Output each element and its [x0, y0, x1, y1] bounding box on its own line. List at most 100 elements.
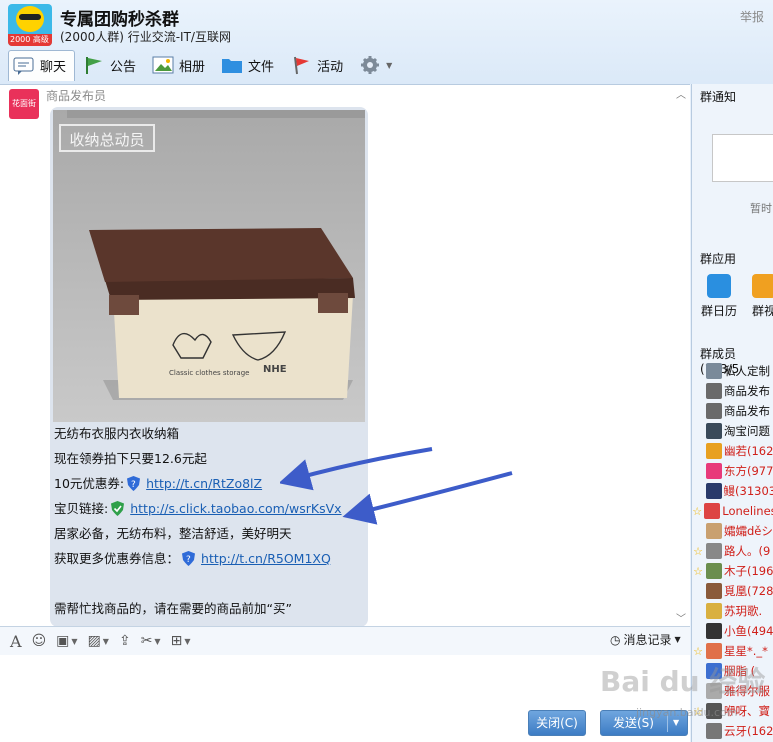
member-item[interactable]: 商品发布: [692, 401, 773, 421]
member-avatar: [705, 483, 722, 499]
shake-button[interactable]: ▣ ▼: [56, 633, 77, 649]
message-input[interactable]: [0, 655, 690, 742]
chat-history[interactable]: 花面街 商品发布员 Classic clothes storage NHE 收纳…: [0, 84, 690, 627]
notice-title: 群通知: [700, 90, 737, 104]
member-name: 商品发布: [724, 404, 770, 418]
notice-empty-text: 暂时: [750, 202, 772, 215]
tab-label: 相册: [179, 59, 206, 75]
member-item[interactable]: 幽若(162: [692, 441, 773, 461]
message-history-button[interactable]: ◷ 消息记录 ▼: [610, 631, 681, 648]
more-tools-button[interactable]: ⊞ ▼: [171, 633, 191, 649]
tab-label: 活动: [317, 59, 344, 75]
close-button[interactable]: 关闭(C): [528, 710, 586, 736]
chevron-down-icon: ▼: [386, 60, 393, 70]
tab-files[interactable]: 文件: [217, 51, 282, 79]
member-item[interactable]: 云牙(162: [692, 721, 773, 741]
member-item[interactable]: 孀孀děシ: [692, 521, 773, 541]
group-avatar[interactable]: 2000 高级: [8, 4, 52, 46]
more-coupons-link[interactable]: http://t.cn/R5OM1XQ: [201, 546, 331, 571]
gift-icon: ⊞: [170, 633, 183, 649]
gear-icon: [359, 55, 381, 75]
member-item[interactable]: ☆ 星星*._*: [692, 641, 773, 661]
member-item[interactable]: 商品发布: [692, 381, 773, 401]
shield-icon: ?: [127, 476, 141, 491]
member-avatar: [706, 383, 722, 399]
scroll-down-arrow[interactable]: ﹀: [676, 610, 686, 625]
member-item[interactable]: ☆ Loneliness: [692, 501, 773, 521]
calendar-icon: [707, 274, 731, 298]
font-button[interactable]: A: [10, 632, 22, 651]
member-avatar: [706, 523, 722, 539]
album-icon: [152, 55, 174, 75]
svg-text:NHE: NHE: [263, 364, 287, 375]
member-name: 淘宝问题: [724, 424, 770, 438]
member-avatar: [706, 423, 722, 439]
app-label: 群视: [751, 304, 773, 318]
member-name: 小鱼(494: [724, 624, 773, 638]
group-title: 专属团购秒杀群: [60, 10, 179, 30]
message-line: 需帮忙找商品的，请在需要的商品前加“买”: [54, 601, 292, 616]
member-avatar: [706, 643, 722, 659]
member-item[interactable]: 小鱼(494: [692, 621, 773, 641]
message-line: 无纺布衣服内衣收纳箱: [54, 426, 180, 441]
window-shake-icon: ▣: [56, 633, 70, 649]
tab-album[interactable]: 相册: [148, 51, 213, 79]
member-avatar: [706, 623, 722, 639]
svg-text:Classic clothes storage: Classic clothes storage: [169, 369, 249, 377]
member-avatar: [706, 463, 722, 479]
chevron-down-icon: ▼: [184, 636, 191, 646]
member-name: 私人定制: [724, 364, 770, 378]
shield-icon: ?: [182, 551, 196, 566]
member-avatar: [704, 503, 721, 519]
scroll-up-arrow[interactable]: ︿: [676, 86, 686, 101]
history-label: 消息记录: [623, 633, 672, 647]
tab-bar: 聊天 公告 相册 文件 活动 ▼: [8, 49, 404, 81]
member-avatar: [706, 603, 722, 619]
activity-flag-icon: [290, 55, 312, 75]
member-avatar: [706, 403, 722, 419]
coupon-link[interactable]: http://t.cn/RtZo8lZ: [146, 471, 262, 496]
sender-name[interactable]: 商品发布员: [46, 87, 106, 104]
star-icon: ☆: [693, 644, 703, 658]
tab-chat[interactable]: 聊天: [8, 49, 76, 81]
image-brand-label: 收纳总动员: [59, 124, 155, 152]
watermark-logo: Bai du 经验: [600, 665, 766, 698]
image-button[interactable]: ▨ ▼: [88, 633, 109, 649]
svg-text:?: ?: [131, 480, 136, 490]
svg-text:?: ?: [186, 555, 191, 565]
member-item[interactable]: ☆ 路人。(9: [692, 541, 773, 561]
member-item[interactable]: 淘宝问题: [692, 421, 773, 441]
member-item[interactable]: 覓凰(728: [692, 581, 773, 601]
message-line: [54, 571, 366, 596]
emoji-button[interactable]: ☺: [32, 633, 47, 649]
upload-button[interactable]: ⇪: [119, 633, 131, 649]
more-coupons-label: 获取更多优惠券信息：: [54, 551, 180, 566]
member-item[interactable]: ☆ 木子(196: [692, 561, 773, 581]
member-name: 商品发布: [724, 384, 770, 398]
member-avatar: [706, 563, 722, 579]
star-icon: ☆: [693, 544, 703, 558]
member-item[interactable]: 东方(977: [692, 461, 773, 481]
chevron-down-icon: ▼: [154, 636, 161, 646]
settings-menu-button[interactable]: ▼: [355, 51, 400, 79]
member-name: 路人。(9: [724, 544, 771, 558]
tab-activity[interactable]: 活动: [286, 51, 351, 79]
member-avatar: [706, 723, 722, 739]
announcement-flag-icon: [83, 55, 105, 75]
member-item[interactable]: 苏玥歌.: [692, 601, 773, 621]
member-name: 苏玥歌.: [724, 604, 763, 618]
chat-icon: [13, 56, 35, 76]
member-item[interactable]: 私人定制: [692, 361, 773, 381]
screenshot-button[interactable]: ✂ ▼: [141, 633, 161, 649]
app-calendar[interactable]: 群日历: [694, 274, 744, 319]
report-link[interactable]: 举报: [740, 8, 764, 25]
chevron-down-icon: ▼: [674, 635, 681, 644]
app-video[interactable]: 群视: [744, 274, 773, 319]
member-item[interactable]: 鳗(31303: [692, 481, 773, 501]
verified-shield-icon: [111, 501, 125, 516]
upload-icon: ⇪: [118, 633, 131, 649]
sender-avatar[interactable]: 花面街: [9, 89, 39, 119]
notice-box[interactable]: [712, 134, 773, 182]
product-image[interactable]: Classic clothes storage NHE 收纳总动员: [53, 110, 365, 422]
tab-announcement[interactable]: 公告: [79, 51, 144, 79]
